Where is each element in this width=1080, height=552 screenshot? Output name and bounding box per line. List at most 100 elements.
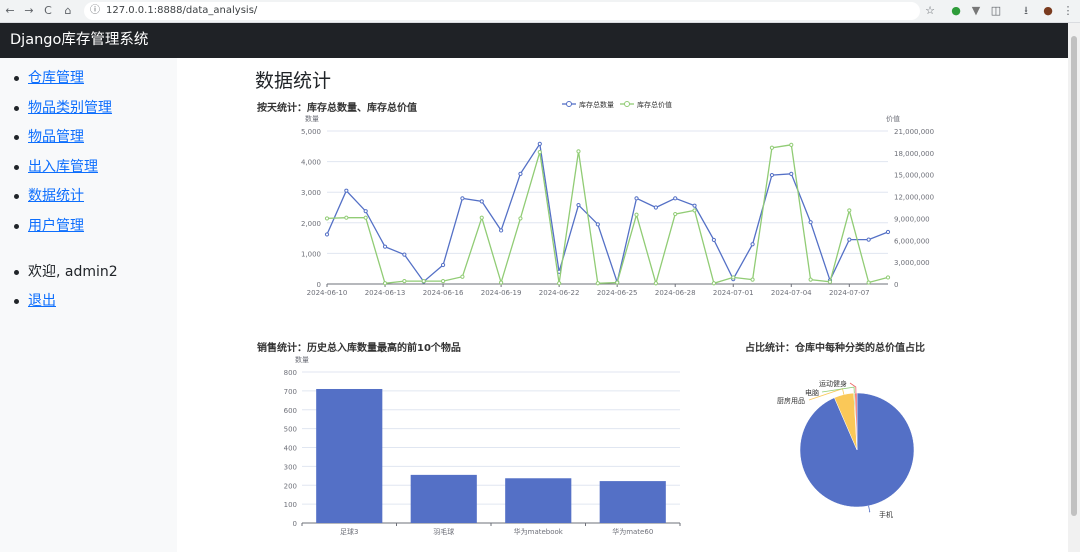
data-point (595, 281, 600, 286)
y-right-axis-label: 价值 (886, 114, 900, 123)
series-line-value (326, 144, 889, 286)
data-point (460, 196, 465, 201)
data-point (440, 262, 446, 268)
extension-icon[interactable]: ● (948, 3, 964, 19)
y-tick-label: 700 (284, 388, 297, 396)
data-point (653, 205, 658, 210)
data-point (499, 280, 504, 285)
legend-marker (624, 101, 630, 107)
sidebar-link-category[interactable]: 物品类别管理 (28, 100, 112, 116)
y-right-tick-label: 18,000,000 (894, 150, 934, 158)
y-left-tick-label: 5,000 (301, 128, 321, 136)
legend-marker (566, 101, 572, 107)
pie-label: 厨房用品 (777, 396, 805, 405)
y-right-tick-label: 12,000,000 (894, 194, 934, 202)
y-tick-label: 200 (284, 482, 297, 490)
y-tick-label: 100 (284, 501, 297, 509)
sidebar-link-warehouse[interactable]: 仓库管理 (28, 70, 84, 86)
data-point (866, 237, 871, 242)
pie-label: 运动健身 (819, 379, 847, 388)
y-right-tick-label: 9,000,000 (894, 215, 930, 223)
data-point (518, 171, 523, 176)
sidebar-link-statistics[interactable]: 数据统计 (28, 188, 84, 204)
x-tick-label: 华为mate60 (612, 527, 653, 536)
app-title[interactable]: Django库存管理系统 (10, 23, 148, 58)
sidebar-item-users: 用户管理 (14, 216, 112, 246)
data-point (808, 220, 813, 225)
pie-leader-line (868, 505, 871, 513)
y-right-tick-label: 6,000,000 (894, 237, 930, 245)
home-icon[interactable]: ⌂ (60, 3, 76, 19)
pie-label: 手机 (879, 510, 893, 519)
bar (505, 478, 572, 523)
sidebar-item-warehouse: 仓库管理 (14, 68, 112, 98)
y-tick-label: 0 (293, 520, 297, 528)
filter-extension-icon[interactable]: ▼ (968, 3, 984, 19)
data-point (692, 203, 697, 208)
data-point (382, 244, 388, 249)
page-title: 数据统计 (255, 70, 332, 92)
y-right-tick-label: 21,000,000 (894, 128, 934, 136)
data-point (711, 237, 716, 243)
data-point (576, 202, 581, 208)
data-point (615, 280, 620, 285)
back-icon[interactable]: ← (2, 3, 18, 19)
sidebar-item-goods: 物品管理 (14, 127, 112, 157)
data-point (595, 222, 600, 227)
sidebar-link-goods[interactable]: 物品管理 (28, 129, 84, 145)
data-point (789, 171, 794, 176)
logout-item: 退出 (14, 291, 118, 320)
data-point (402, 252, 407, 257)
data-point (692, 208, 697, 213)
y-left-tick-label: 0 (317, 281, 321, 289)
category-value-pie-chart[interactable]: 手机 厨房用品电脑运动健身 (765, 370, 940, 530)
data-point (885, 229, 891, 235)
scrollbar-thumb[interactable] (1071, 36, 1077, 516)
data-point (363, 209, 368, 214)
site-info-icon[interactable]: ⓘ (90, 2, 100, 20)
url-text: 127.0.0.1:8888/data_analysis/ (106, 5, 258, 16)
data-point (673, 211, 678, 217)
address-bar[interactable]: ⓘ 127.0.0.1:8888/data_analysis/ (84, 2, 920, 20)
data-point (537, 141, 542, 146)
sidebar-link-inout[interactable]: 出入库管理 (28, 159, 98, 175)
data-point (731, 275, 736, 280)
y-left-tick-label: 1,000 (301, 250, 321, 258)
y-right-tick-label: 3,000,000 (894, 259, 930, 267)
category-pie-title: 占比统计：仓库中每种分类的总价值占比 (745, 343, 925, 354)
pie-label: 电脑 (805, 388, 819, 397)
y-tick-label: 500 (284, 426, 297, 434)
x-tick-label: 2024-06-13 (365, 289, 406, 297)
y-left-tick-label: 3,000 (301, 189, 321, 197)
series-line-quantity (326, 142, 889, 285)
data-point (634, 212, 639, 217)
extensions-puzzle-icon[interactable]: ◫ (988, 3, 1004, 19)
logout-link[interactable]: 退出 (28, 293, 56, 309)
download-icon[interactable]: ⭳ (1018, 3, 1034, 19)
data-point (479, 199, 484, 204)
data-point (769, 145, 775, 150)
y-tick-label: 800 (284, 369, 297, 377)
forward-icon[interactable]: → (21, 3, 37, 19)
browser-menu-icon[interactable]: ⋮ (1060, 3, 1076, 19)
reload-icon[interactable]: C (40, 3, 56, 19)
data-point (324, 232, 330, 237)
bar (316, 388, 383, 523)
daily-inventory-chart[interactable]: 0 1,000 2,000 3,000 4,000 5,000 0 3,000,000 6,00… (290, 96, 950, 302)
profile-avatar-icon[interactable]: ● (1040, 3, 1056, 19)
x-tick-label: 2024-06-19 (481, 289, 522, 297)
data-point (808, 277, 813, 282)
x-tick-label: 2024-06-22 (539, 289, 580, 297)
y-left-tick-label: 4,000 (301, 159, 321, 167)
sales-bar-chart[interactable]: 0 100 200 300 400 500 600 700 800 数量足球3 羽毛球 华为mateb… (280, 350, 700, 540)
legend-label: 库存总数量 (579, 100, 614, 109)
x-tick-label: 羽毛球 (433, 527, 454, 536)
sidebar-link-users[interactable]: 用户管理 (28, 218, 84, 234)
browser-toolbar: ← → C ⌂ ⓘ 127.0.0.1:8888/data_analysis/ … (0, 0, 1080, 23)
data-point (382, 281, 388, 286)
data-point (653, 281, 658, 286)
data-point (789, 142, 794, 147)
bookmark-star-icon[interactable]: ☆ (922, 3, 938, 19)
data-point (557, 281, 562, 286)
data-point (421, 278, 426, 284)
